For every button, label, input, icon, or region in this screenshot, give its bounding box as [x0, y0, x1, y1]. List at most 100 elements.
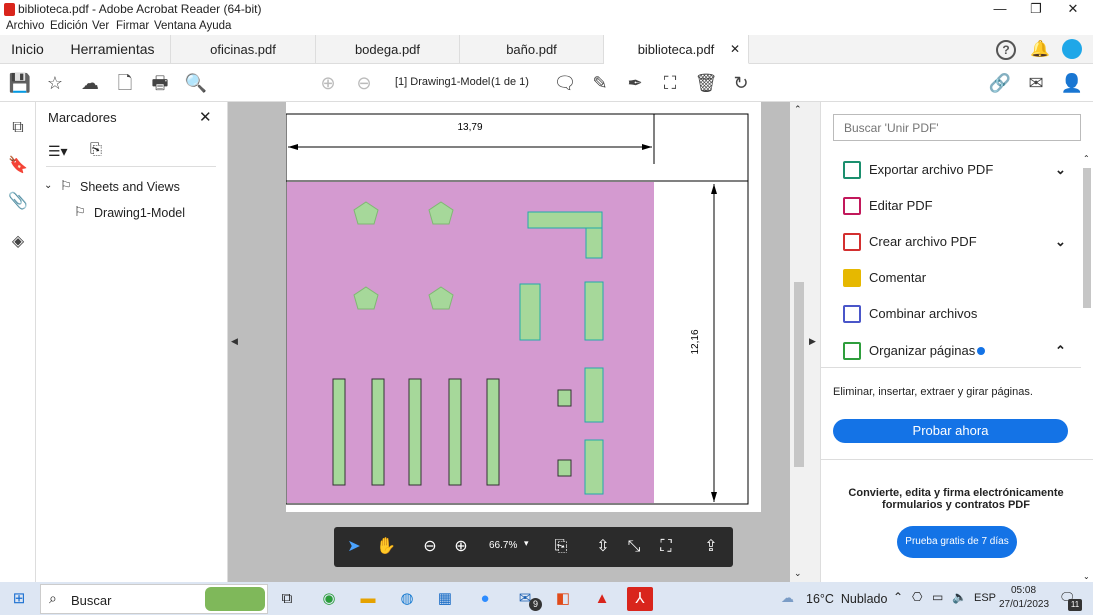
chevron-down-icon[interactable]: ⌄ — [1055, 232, 1066, 252]
fit-page-icon[interactable]: ⎘ — [549, 535, 573, 559]
tray-chevron-icon[interactable]: ⌃ — [893, 590, 903, 604]
tab-bar: Inicio Herramientas oficinas.pdf bodega.… — [0, 35, 1093, 64]
tab-bano[interactable]: baño.pdf — [460, 35, 604, 64]
menu-ventana[interactable]: Ventana — [154, 20, 196, 32]
scroll-thumb[interactable] — [1083, 168, 1091, 308]
windows-start-icon[interactable]: ⊞ — [6, 587, 32, 611]
promo-text: Convierte, edita y firma electrónicament… — [848, 487, 1064, 511]
star-icon[interactable]: ☆ — [43, 72, 67, 94]
taskbar-search[interactable]: ⌕ Buscar — [40, 584, 268, 614]
account-icon[interactable] — [1062, 39, 1082, 59]
menu-firmar[interactable]: Firmar — [116, 20, 149, 32]
page-down-icon[interactable]: ⊖ — [352, 72, 376, 94]
expand-right-icon[interactable]: ▶ — [809, 336, 816, 347]
fit-width-icon[interactable]: ⤡ — [622, 535, 646, 559]
search-input[interactable] — [833, 114, 1081, 141]
help-icon[interactable]: ? — [996, 40, 1016, 60]
zoom-app-icon[interactable]: ● — [472, 587, 498, 611]
scroll-down-icon[interactable]: ⌄ — [794, 568, 802, 579]
acrobat-active-icon[interactable]: ⅄ — [627, 587, 653, 611]
mail-icon[interactable]: ✉ — [1024, 72, 1048, 94]
floor-plan-drawing: 13,79 12,16 — [286, 113, 749, 505]
pages-icon[interactable]: ⧉ — [8, 118, 28, 138]
tab-herramientas[interactable]: Herramientas — [55, 35, 171, 64]
pdf-page: 13,79 12,16 — [286, 102, 761, 512]
clock-date[interactable]: 27/01/2023 — [999, 599, 1049, 610]
scroll-up-icon[interactable]: ⌃ — [1083, 154, 1090, 163]
acrobat-icon — [4, 3, 15, 16]
fullscreen-icon[interactable]: ⛶ — [654, 535, 678, 559]
menu-ayuda[interactable]: Ayuda — [199, 20, 231, 32]
bookmark-icon[interactable]: 🔖 — [8, 156, 28, 176]
zoom-search-icon[interactable]: 🔍 — [184, 72, 208, 94]
network-icon[interactable]: ⎔ — [912, 590, 922, 604]
battery-icon[interactable]: ▭ — [932, 590, 943, 604]
task-view-icon[interactable]: ⧉ — [274, 587, 300, 611]
scroll-up-icon[interactable]: ⌃ — [794, 104, 802, 115]
divider — [821, 459, 1093, 460]
options-menu-icon[interactable]: ☰▾ — [48, 143, 68, 160]
zoom-out-icon[interactable]: ⊖ — [418, 535, 442, 559]
document-view[interactable]: ◀ 13,79 12,16 — [228, 102, 790, 582]
zoom-dropdown-icon[interactable]: ▾ — [524, 538, 529, 549]
rotate-icon[interactable]: ↻ — [729, 72, 753, 94]
hand-icon[interactable]: ✋ — [374, 535, 398, 559]
sign-icon[interactable]: ✒ — [623, 72, 647, 94]
close-window-button[interactable]: ✕ — [1055, 0, 1091, 18]
document-scrollbar[interactable]: ⌃ ▶ ⌄ — [790, 102, 820, 582]
free-trial-button[interactable]: Prueba gratis de 7 días — [897, 526, 1017, 558]
menu-archivo[interactable]: Archivo — [6, 20, 44, 32]
zoom-level[interactable]: 66.7% — [489, 540, 517, 551]
bell-icon[interactable]: 🔔 — [1030, 39, 1050, 59]
print-icon[interactable]: 🖶 — [148, 72, 172, 94]
file-explorer-icon[interactable]: ▬ — [355, 587, 381, 611]
zoom-in-icon[interactable]: ⊕ — [449, 535, 473, 559]
scroll-thumb[interactable] — [794, 282, 804, 467]
upload-cloud-icon[interactable]: ☁ — [78, 72, 102, 94]
tab-biblioteca[interactable]: biblioteca.pdf ✕ — [604, 35, 749, 64]
page-label[interactable]: [1] Drawing1-Model — [395, 76, 490, 88]
restore-button[interactable]: ❐ — [1018, 0, 1054, 18]
weather-text[interactable]: 16°C Nublado — [806, 592, 887, 606]
stamp-icon[interactable]: ⛶ — [658, 72, 682, 94]
edit-pdf-icon — [843, 197, 861, 215]
new-bookmark-icon[interactable]: ⎘ — [90, 141, 102, 158]
menu-ver[interactable]: Ver — [92, 20, 109, 32]
page-up-icon[interactable]: ⊕ — [316, 72, 340, 94]
scroll-down-icon[interactable]: ⌄ — [1083, 572, 1090, 581]
try-now-button[interactable]: Probar ahora — [833, 419, 1068, 443]
share-upload-icon[interactable]: ⇪ — [699, 535, 723, 559]
file-search-icon[interactable]: 🗋 — [113, 72, 137, 94]
acrobat-task-icon[interactable]: ▲ — [589, 587, 615, 611]
tools-scrollbar[interactable]: ⌃ — [1081, 154, 1093, 314]
attachment-icon[interactable]: 📎 — [8, 192, 28, 212]
menu-edicion[interactable]: Edición — [50, 20, 88, 32]
language-indicator[interactable]: ESP — [974, 592, 996, 604]
link-share-icon[interactable]: 🔗 — [988, 72, 1012, 94]
trash-icon[interactable]: 🗑 — [694, 72, 718, 94]
edge-icon[interactable]: ◍ — [394, 587, 420, 611]
close-tab-icon[interactable]: ✕ — [730, 35, 740, 64]
search-highlight-image — [205, 587, 265, 611]
page-scroll-icon[interactable]: ⇳ — [591, 535, 615, 559]
pen-icon[interactable]: ✎ — [588, 72, 612, 94]
close-panel-icon[interactable]: ✕ — [199, 108, 212, 126]
select-arrow-icon[interactable]: ➤ — [342, 535, 366, 559]
save-icon[interactable]: 💾 — [8, 72, 32, 94]
chevron-up-icon[interactable]: ⌃ — [1055, 341, 1066, 361]
tab-bodega[interactable]: bodega.pdf — [316, 35, 460, 64]
clock-time[interactable]: 05:08 — [1011, 585, 1036, 596]
chrome-icon[interactable]: ◉ — [316, 587, 342, 611]
tab-oficinas[interactable]: oficinas.pdf — [171, 35, 316, 64]
collapse-left-icon[interactable]: ◀ — [231, 336, 238, 347]
user-share-icon[interactable]: 👤 — [1060, 72, 1084, 94]
chevron-down-icon[interactable]: ⌄ — [44, 180, 52, 191]
volume-icon[interactable]: 🔈 — [952, 590, 967, 604]
minimize-button[interactable]: — — [982, 0, 1018, 18]
comment-icon[interactable]: 🗨 — [553, 72, 577, 94]
chevron-down-icon[interactable]: ⌄ — [1055, 160, 1066, 180]
store-icon[interactable]: ▦ — [432, 587, 458, 611]
office-icon[interactable]: ◧ — [550, 587, 576, 611]
tab-inicio[interactable]: Inicio — [0, 35, 55, 64]
layers-icon[interactable]: ◈ — [8, 232, 28, 252]
